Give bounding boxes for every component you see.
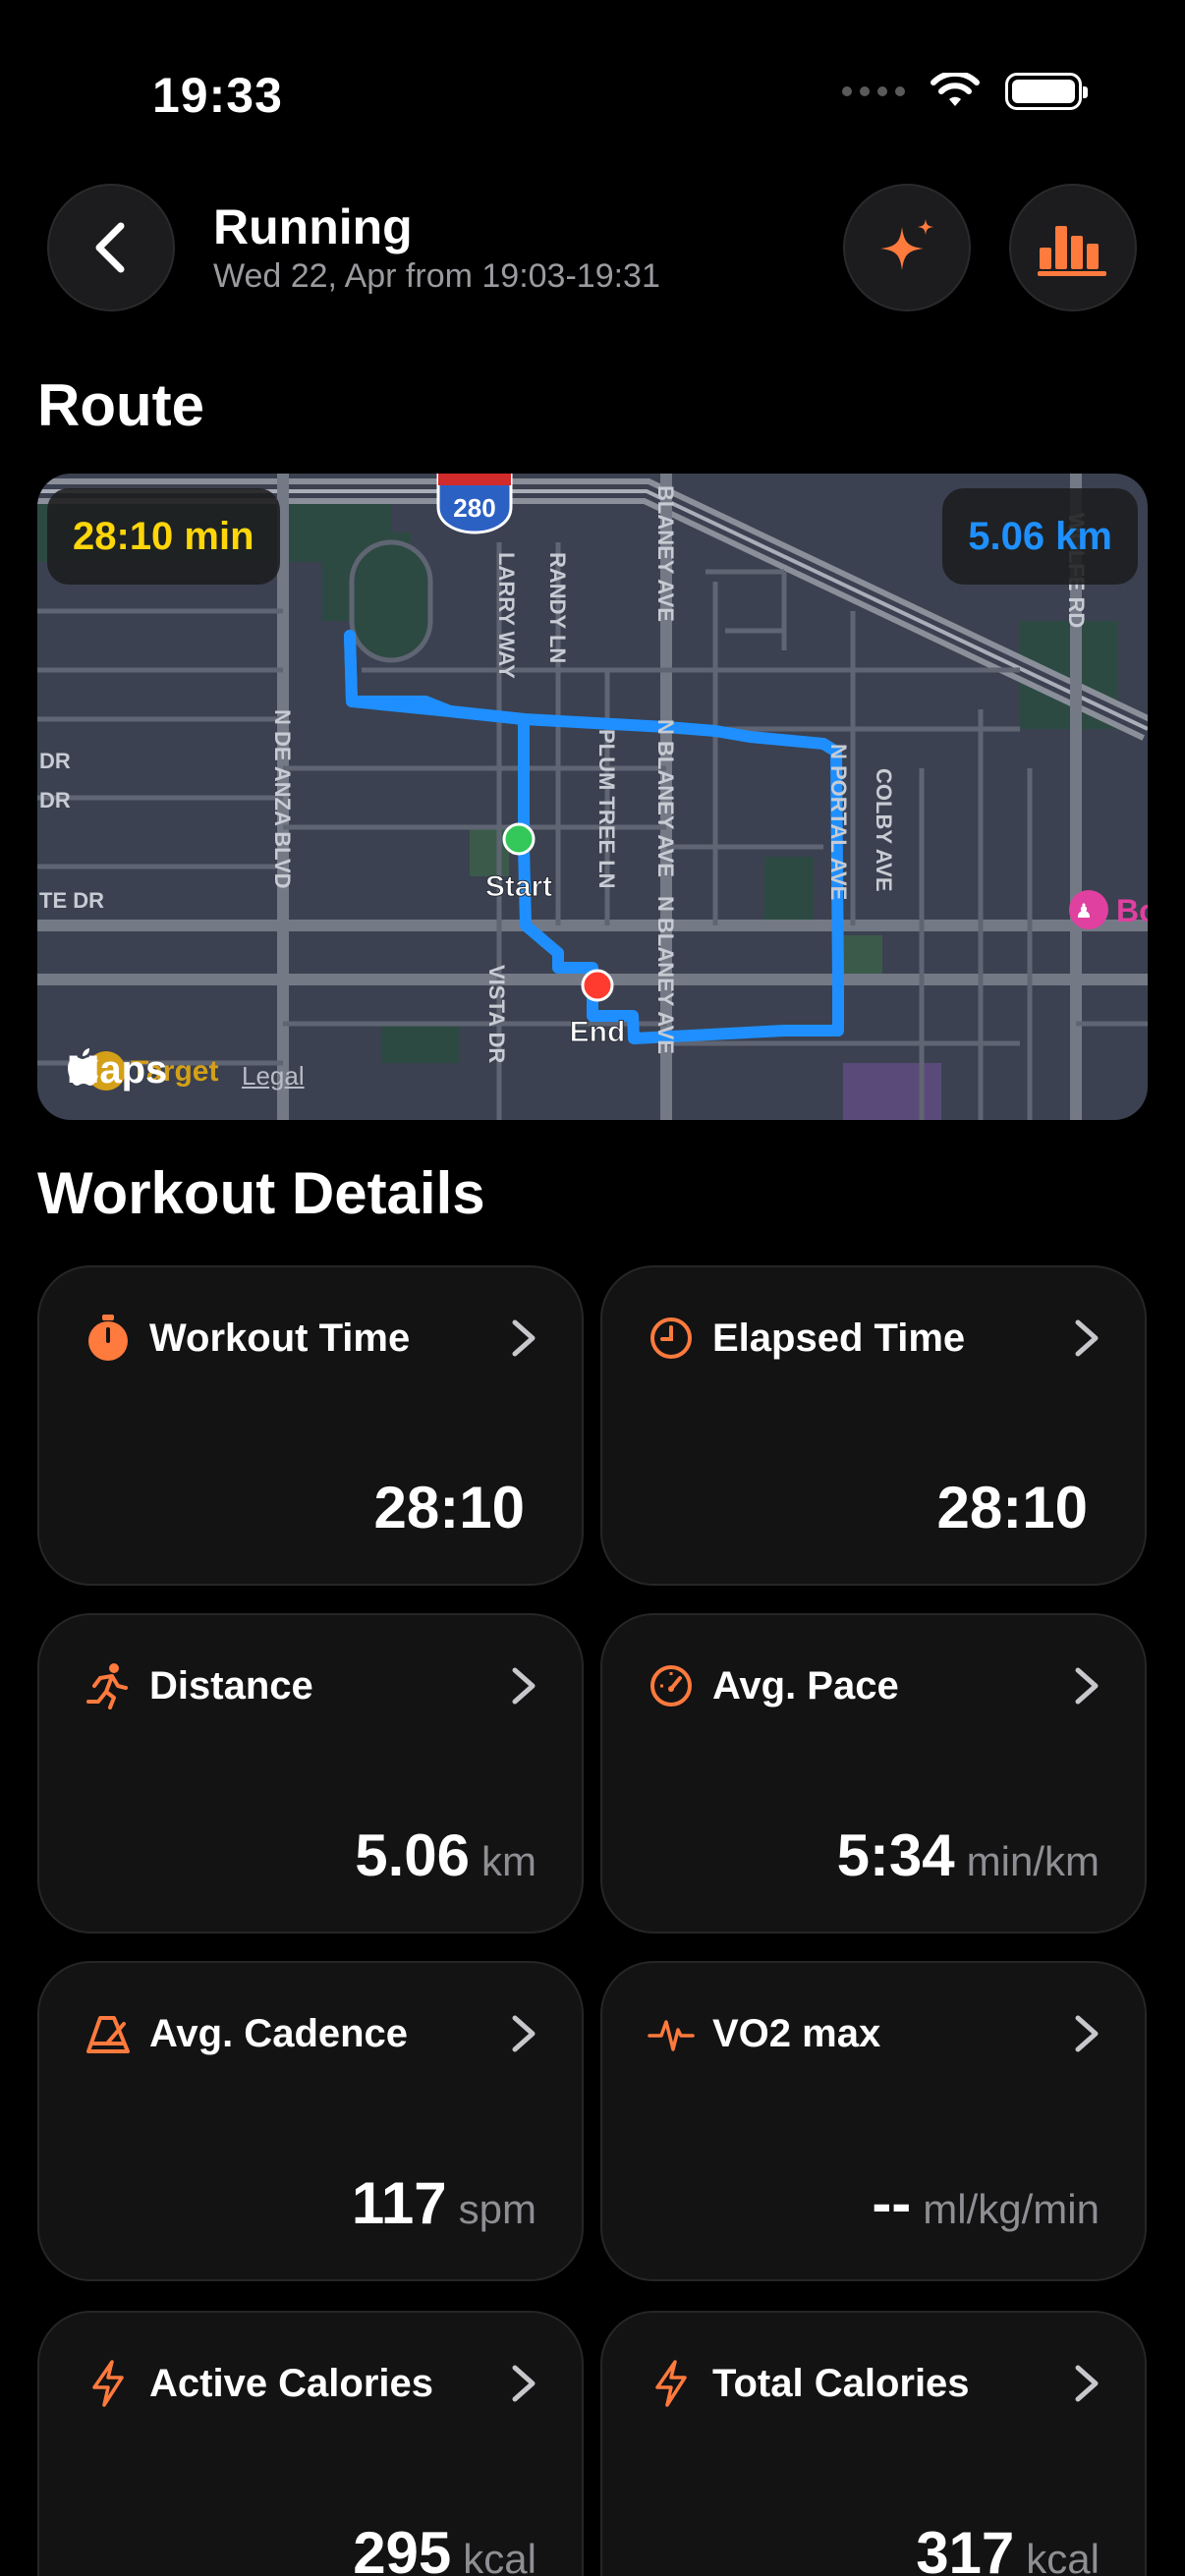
card-elapsed-time[interactable]: Elapsed Time 28:10 <box>600 1265 1147 1586</box>
card-value-unit: km <box>481 1838 536 1884</box>
card-value-number: 295 <box>353 2520 452 2576</box>
card-value-number: -- <box>872 2170 912 2236</box>
street-label: PLUM TREE LN <box>594 729 619 889</box>
route-section-title: Route <box>37 372 204 438</box>
route-time-badge: 28:10 min <box>47 488 280 585</box>
street-label: LARRY WAY <box>494 552 519 679</box>
street-label: DR <box>39 749 71 773</box>
ai-insights-button[interactable] <box>843 184 971 311</box>
card-value: 28:10 <box>937 1474 1100 1541</box>
street-label: N BLANEY AVE <box>653 719 678 877</box>
street-label: N PORTAL AVE <box>826 744 851 900</box>
card-value-number: 28:10 <box>936 1475 1088 1540</box>
card-value-number: 117 <box>351 2170 447 2236</box>
workout-date-range: Wed 22, Apr from 19:03-19:31 <box>213 257 660 295</box>
card-value-unit: spm <box>458 2186 536 2232</box>
chevron-right-icon <box>512 1319 536 1357</box>
heartbeat-icon <box>648 2010 695 2057</box>
card-value-number: 5.06 <box>355 1822 470 1888</box>
chevron-right-icon <box>1075 2365 1099 2402</box>
card-value-number: 317 <box>916 2520 1015 2576</box>
bar-chart-icon <box>1038 226 1106 276</box>
speedometer-icon <box>648 1662 695 1709</box>
end-label: End <box>570 1016 626 1048</box>
legal-link[interactable]: Legal <box>242 1061 305 1092</box>
street-label: TE DR <box>39 888 104 913</box>
card-value: 117 spm <box>352 2169 536 2237</box>
chevron-right-icon <box>512 2365 536 2402</box>
street-label: VISTA DR <box>484 965 509 1063</box>
chevron-left-icon <box>95 222 125 273</box>
battery-icon <box>1005 73 1088 110</box>
bolt-icon <box>85 2360 132 2407</box>
card-value-number: 28:10 <box>373 1475 525 1540</box>
card-value-unit: kcal <box>1026 2536 1100 2576</box>
charts-button[interactable] <box>1009 184 1137 311</box>
street-label: RANDY LN <box>545 552 570 663</box>
card-avg-cadence[interactable]: Avg. Cadence 117 spm <box>37 1961 584 2281</box>
card-label: Avg. Cadence <box>149 2012 409 2055</box>
bolt-icon <box>648 2360 695 2407</box>
workout-detail-screen: 19:33 Running Wed 22, Apr from 19:03-19:… <box>0 0 1185 2576</box>
card-label: Elapsed Time <box>712 1316 966 1360</box>
chevron-right-icon <box>1075 2015 1099 2052</box>
card-value: 317 kcal <box>916 2519 1100 2576</box>
poi-icon: ♟ <box>1075 899 1093 923</box>
chevron-right-icon <box>512 2015 536 2052</box>
highway-shield-number: 280 <box>453 493 495 523</box>
cellular-signal-icon <box>842 86 905 96</box>
card-label: Workout Time <box>149 1316 411 1360</box>
chevron-right-icon <box>1075 1667 1099 1705</box>
card-vo2-max[interactable]: VO2 max -- ml/kg/min <box>600 1961 1147 2281</box>
street-label: COLBY AVE <box>872 768 896 892</box>
chevron-right-icon <box>1075 1319 1099 1357</box>
card-value: 5:34 min/km <box>837 1821 1100 1889</box>
card-value-unit: kcal <box>463 2536 536 2576</box>
street-label: BLANEY AVE <box>653 485 678 622</box>
start-label: Start <box>485 870 552 903</box>
card-value: 5.06 km <box>355 1821 536 1889</box>
card-value-unit: min/km <box>966 1838 1100 1884</box>
status-time: 19:33 <box>152 68 283 123</box>
poi-label: Bo <box>1116 893 1148 928</box>
card-value-unit: ml/kg/min <box>923 2186 1100 2232</box>
sparkles-icon <box>880 219 933 270</box>
card-active-calories[interactable]: Active Calories 295 kcal <box>37 2311 584 2576</box>
apple-logo-icon <box>68 1048 98 1086</box>
page-title: Running <box>213 199 413 254</box>
back-button[interactable] <box>47 184 175 311</box>
runner-icon <box>85 1662 132 1709</box>
card-label: Distance <box>149 1664 313 1708</box>
street-label: N BLANEY AVE <box>653 896 678 1054</box>
stopwatch-icon <box>85 1315 132 1362</box>
card-value: 295 kcal <box>353 2519 536 2576</box>
end-marker[interactable] <box>581 969 614 1002</box>
card-value: 28:10 <box>374 1474 536 1541</box>
card-total-calories[interactable]: Total Calories 317 kcal <box>600 2311 1147 2576</box>
card-label: Avg. Pace <box>712 1664 899 1708</box>
card-value-number: 5:34 <box>836 1822 955 1888</box>
start-marker[interactable] <box>502 822 536 856</box>
status-indicators <box>842 73 1088 110</box>
metronome-icon <box>85 2010 132 2057</box>
workout-details-title: Workout Details <box>37 1160 485 1226</box>
chevron-right-icon <box>512 1667 536 1705</box>
apple-maps-logo: Maps <box>67 1048 167 1092</box>
card-label: VO2 max <box>712 2012 881 2055</box>
clock-icon <box>648 1315 695 1362</box>
card-label: Total Calories <box>712 2362 970 2405</box>
route-distance-badge: 5.06 km <box>942 488 1138 585</box>
card-workout-time[interactable]: Workout Time 28:10 <box>37 1265 584 1586</box>
route-map[interactable]: 280 N DE ANZA BLVD LARRY WAY RANDY LN BL… <box>37 474 1148 1120</box>
wifi-icon <box>931 73 980 106</box>
card-avg-pace[interactable]: Avg. Pace 5:34 min/km <box>600 1613 1147 1933</box>
card-value: -- ml/kg/min <box>872 2169 1100 2237</box>
card-distance[interactable]: Distance 5.06 km <box>37 1613 584 1933</box>
street-label: DR <box>39 788 71 812</box>
card-label: Active Calories <box>149 2362 434 2405</box>
street-label: N DE ANZA BLVD <box>270 709 295 889</box>
